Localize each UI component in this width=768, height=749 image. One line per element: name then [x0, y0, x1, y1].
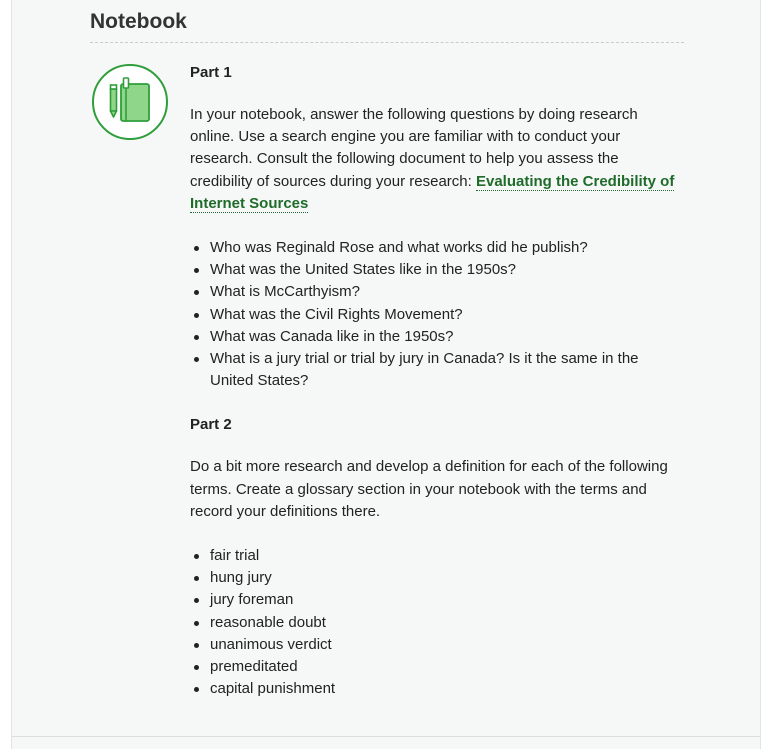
panel-bottom-divider [12, 736, 760, 737]
list-item: unanimous verdict [190, 634, 680, 656]
title-divider [90, 42, 684, 43]
part2-intro: Do a bit more research and develop a def… [190, 458, 668, 520]
part1-intro: In your notebook, answer the following q… [190, 104, 680, 215]
list-item: What is McCarthyism? [190, 281, 680, 303]
notebook-pencil-icon [92, 64, 168, 140]
list-item: What was the United States like in the 1… [190, 259, 680, 281]
part2-heading: Part 2 [190, 416, 232, 434]
list-item: What is a jury trial or trial by jury in… [190, 348, 680, 392]
glossary-term-list: fair trial hung jury jury foreman reason… [190, 545, 680, 700]
notebook-content: Part 1 In your notebook, answer the foll… [190, 62, 680, 722]
list-item: capital punishment [190, 678, 680, 700]
list-item: hung jury [190, 567, 680, 589]
section-title: Notebook [90, 10, 187, 33]
list-item: Who was Reginald Rose and what works did… [190, 237, 680, 259]
list-item: jury foreman [190, 589, 680, 611]
part1-question-list: Who was Reginald Rose and what works did… [190, 237, 680, 392]
list-item: fair trial [190, 545, 680, 567]
list-item: What was the Civil Rights Movement? [190, 304, 680, 326]
list-item: What was Canada like in the 1950s? [190, 326, 680, 348]
list-item: premeditated [190, 656, 680, 678]
notebook-panel: Notebook Part 1 In your notebook, answer… [11, 0, 761, 749]
list-item: reasonable doubt [190, 612, 680, 634]
part1-heading: Part 1 [190, 64, 232, 81]
